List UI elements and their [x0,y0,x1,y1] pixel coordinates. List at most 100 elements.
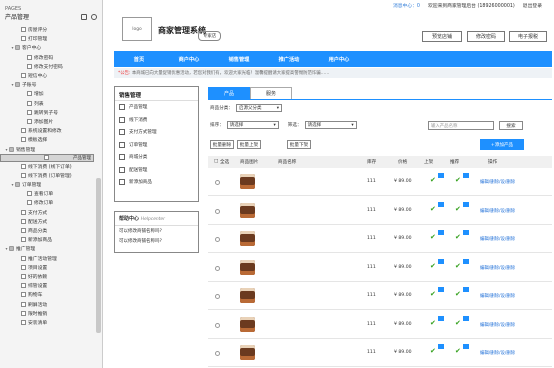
tree-item[interactable]: 项目设置 [0,263,94,272]
tree-item[interactable]: 商品分类 [0,226,94,235]
select-all-checkbox[interactable]: □ [214,159,218,164]
add-page-icon[interactable] [81,13,87,20]
e-tax-button[interactable]: 电子报税 [509,31,547,42]
on-shelf-check-icon[interactable]: ✔ [430,319,436,327]
tree-item-label: 好的依赖 [28,274,48,280]
tree-item-label: 增加 [34,92,44,98]
preview-store-button[interactable]: 预览店铺 [422,31,462,42]
tab-products[interactable]: 产品 [208,87,250,99]
row-checkbox[interactable] [215,294,220,299]
sort-select[interactable]: 请选择 ▾ [226,121,279,129]
recommend-check-icon[interactable]: ✔ [455,176,461,184]
row-checkbox[interactable] [215,322,220,328]
nav-sales-management[interactable]: 销售管理 [214,56,264,63]
product-search-input[interactable]: 输入产品名称 [428,121,494,130]
tab-services[interactable]: 服务 [250,87,292,99]
tree-item[interactable]: 跳转到子号 [0,108,94,117]
row-checkbox[interactable] [215,237,220,242]
tree-item[interactable]: 购物车 [0,290,94,299]
tree-item[interactable]: 修改支付密码 [0,62,94,71]
batch-off-shelf-button[interactable]: 批量下架 [287,140,311,149]
search-button[interactable]: 搜索 [499,121,523,130]
on-shelf-check-icon[interactable]: ✔ [430,347,436,355]
tree-item[interactable]: 添加图片 [0,117,94,126]
tree-item[interactable]: 打印管理 [0,34,94,43]
recommend-check-icon[interactable]: ✔ [455,233,461,241]
side-menu-item[interactable]: 新添加商品 [115,176,198,189]
on-shelf-check-icon[interactable]: ✔ [430,205,436,213]
recommend-check-icon[interactable]: ✔ [455,347,461,355]
tree-item[interactable]: 好的依赖 [0,272,94,281]
tree-item[interactable]: ▾ 推广管理 [0,244,94,253]
tree-item[interactable]: 线下消费 (线下订单) [0,162,94,171]
recommend-check-icon[interactable]: ✔ [455,319,461,327]
row-checkbox[interactable] [215,265,220,271]
nav-promotion[interactable]: 推广活动 [264,56,314,63]
tree-item[interactable]: 限时推销 [0,309,94,318]
tree-item[interactable]: ▾ 销售管理 [0,144,94,153]
batch-delete-button[interactable]: 批量删除 [210,140,234,149]
side-menu-item[interactable]: 支付方式管理 [115,126,198,139]
tree-item[interactable]: 查看订单 [0,189,94,198]
tree-item[interactable]: 线下消费 (订单管理) [0,171,94,180]
tree-item[interactable]: 修改密码 [0,53,94,62]
side-menu-item[interactable]: 配送管理 [115,164,198,177]
add-product-button[interactable]: +添加产品 [480,139,524,150]
tree-item[interactable]: 模板选择 [0,135,94,144]
tree-item[interactable]: 修改订单 [0,198,94,207]
row-actions-link[interactable]: 编辑/删除/设/删除 [480,350,515,356]
tree-item[interactable]: ▾ 订单管理 [0,180,94,189]
help-link[interactable]: 可以修改商铺名称吗? [115,236,198,246]
recommend-check-icon[interactable]: ✔ [455,205,461,213]
tree-item[interactable]: 短信中心 [0,71,94,80]
message-center-link[interactable]: 消息中心：0 [393,2,420,9]
tree-item[interactable]: ▾ 子账号 [0,80,94,89]
help-link[interactable]: 可以修改商铺名称吗? [115,226,198,236]
row-checkbox[interactable] [215,351,220,356]
on-shelf-check-icon[interactable]: ✔ [430,233,436,241]
row-checkbox[interactable] [215,208,220,214]
logout-link[interactable]: 退出登录 [523,2,542,9]
price-value: ¥ 89.00 [394,179,412,184]
tree-item[interactable]: 增加 [0,89,94,98]
tree-item[interactable]: 新添加商品 [0,235,94,244]
nav-home[interactable]: 首页 [114,56,164,63]
tree-item[interactable]: 列表 [0,99,94,108]
row-actions-link[interactable]: 编辑/删除/设/删除 [480,179,515,185]
side-menu-item[interactable]: 订单管理 [115,139,198,152]
tree-item[interactable]: 安装清单 [0,318,94,327]
tree-item[interactable]: 产品管理 [0,153,94,162]
row-actions-link[interactable]: 编辑/删除/设/删除 [480,322,515,328]
nav-merchant-center[interactable]: 商户中心 [164,56,214,63]
side-menu-item[interactable]: 线下消费 [115,114,198,127]
row-actions-link[interactable]: 编辑/删除/设/删除 [480,293,515,299]
row-actions-link[interactable]: 编辑/删除/设/删除 [480,208,515,214]
filter-select[interactable]: 请选择 ▾ [304,121,357,129]
row-actions-link[interactable]: 编辑/删除/设/删除 [480,236,515,242]
tree-item[interactable]: 刷屏活动 [0,299,94,308]
change-password-button[interactable]: 修改密码 [467,31,505,42]
on-shelf-check-icon[interactable]: ✔ [430,176,436,184]
tree-item[interactable]: 综管设置 [0,281,94,290]
tree-item[interactable]: 配送方式 [0,217,94,226]
tree-item[interactable]: ▾ 客户中心 [0,43,94,52]
tree-item[interactable]: 房屋评分 [0,25,94,34]
tree-scrollbar[interactable] [96,178,101,333]
row-checkbox[interactable] [215,180,220,185]
category-select[interactable]: 启源父分类 ▾ [235,104,282,112]
tree-item-label: 查看订单 [34,192,54,198]
recommend-check-icon[interactable]: ✔ [455,290,461,298]
side-menu-item[interactable]: 商城分类 [115,151,198,164]
tree-item[interactable]: 推广活动管理 [0,254,94,263]
nav-user-center[interactable]: 用户中心 [314,56,364,63]
recommend-check-icon[interactable]: ✔ [455,262,461,270]
side-menu-item[interactable]: 产品管理 [115,101,198,114]
row-actions-link[interactable]: 编辑/删除/设/删除 [480,265,515,271]
settings-icon[interactable] [91,13,97,20]
page-icon [21,319,26,325]
on-shelf-check-icon[interactable]: ✔ [430,262,436,270]
tree-item[interactable]: 系统设置和修改 [0,126,94,135]
batch-on-shelf-button[interactable]: 批量上架 [237,140,261,149]
on-shelf-check-icon[interactable]: ✔ [430,290,436,298]
tree-item[interactable]: 支付方式 [0,208,94,217]
